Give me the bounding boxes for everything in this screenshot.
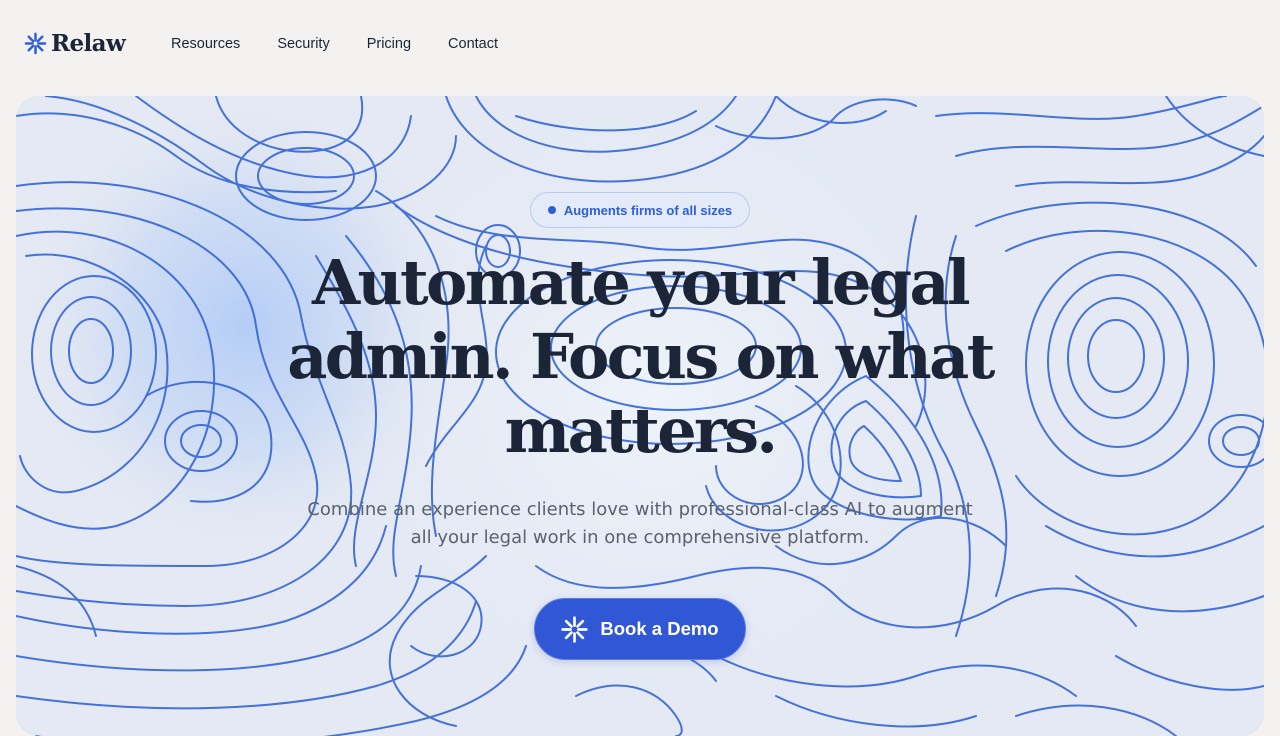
asterisk-icon	[24, 32, 47, 55]
badge-pill: Augments firms of all sizes	[530, 192, 750, 228]
headline-line: matters.	[504, 394, 778, 467]
book-demo-button[interactable]: Book a Demo	[534, 598, 746, 660]
subtext-line: all your legal work in one comprehensive…	[410, 527, 870, 548]
subtext-line: Combine an experience clients love with …	[307, 499, 973, 520]
headline-line: admin. Focus on what	[287, 320, 995, 393]
headline-line: Automate your legal	[311, 246, 971, 319]
book-demo-label: Book a Demo	[600, 618, 719, 639]
nav-link-resources[interactable]: Resources	[171, 36, 240, 52]
nav-links: Resources Security Pricing Contact	[171, 36, 498, 52]
brand-logo[interactable]: Relaw	[24, 30, 126, 57]
hero-subtext: Combine an experience clients love with …	[290, 496, 990, 552]
nav-link-pricing[interactable]: Pricing	[367, 36, 411, 52]
hero-headline: Automate your legal admin. Focus on what…	[240, 246, 1040, 468]
asterisk-icon	[561, 615, 589, 643]
hero-section: Augments firms of all sizes Automate you…	[16, 96, 1264, 736]
nav-link-security[interactable]: Security	[277, 36, 329, 52]
badge-dot	[547, 206, 556, 214]
nav-link-contact[interactable]: Contact	[448, 36, 498, 52]
brand-name: Relaw	[51, 30, 126, 57]
badge-text: Augments firms of all sizes	[563, 202, 733, 218]
top-nav: Relaw Resources Security Pricing Contact	[0, 0, 1280, 90]
